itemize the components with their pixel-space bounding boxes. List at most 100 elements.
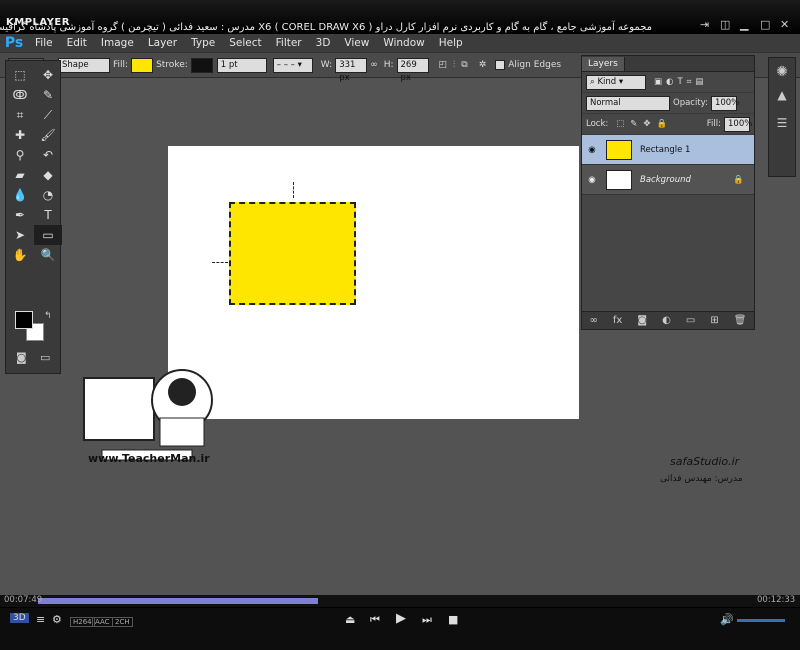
healing-brush-icon[interactable]: ✚ [6,125,34,145]
yellow-rectangle-shape[interactable] [229,202,356,305]
rectangle-tool-icon[interactable]: ▭ [34,225,62,245]
prev-icon[interactable]: ⏮ [370,613,380,627]
menu-filter[interactable]: Filter [269,37,309,49]
stroke-width-input[interactable]: 1 pt [216,57,267,73]
crop-tool-icon[interactable]: ⌗ [6,105,34,125]
color-panel-icon[interactable]: ✺ [769,64,795,80]
eraser-icon[interactable]: ▰ [6,165,34,185]
move-tool-icon[interactable]: ✥ [34,65,62,85]
fx-icon[interactable]: fx [613,315,622,326]
layer-row-rectangle[interactable]: ◉ Rectangle 1 [582,135,754,165]
screen-mode-icon[interactable]: ▭ [40,351,50,364]
menu-file[interactable]: File [28,37,60,49]
lock-icon: 🔒 [733,174,744,185]
teacher-credit: مدرس: مهندس فدائی [660,474,743,484]
eyedropper-icon[interactable]: ⟋ [34,105,62,125]
3d-button[interactable]: 3D [10,613,29,623]
path-align-icon[interactable]: ⫶ [453,60,455,70]
menu-window[interactable]: Window [376,37,431,49]
zoom-tool-icon[interactable]: 🔍 [34,245,62,265]
blend-mode-select[interactable]: Normal [586,95,670,111]
settings-icon[interactable]: ⚙ [52,613,62,626]
marquee-tool-icon[interactable]: ⬚ [6,65,34,85]
quick-select-icon[interactable]: ✎ [34,85,62,105]
seek-bar[interactable] [0,595,800,607]
play-icon[interactable]: ▶ [396,611,406,626]
fill-opacity-input[interactable]: 100% [724,116,752,132]
mask-icon[interactable]: ◙ [637,315,647,326]
pen-tool-icon[interactable]: ✒ [6,205,34,225]
menu-edit[interactable]: Edit [60,37,94,49]
opacity-input[interactable]: 100% [710,95,739,111]
lasso-tool-icon[interactable]: ↂ [6,85,34,105]
ps-logo-icon: Ps [4,35,24,51]
close-icon[interactable]: ✕ [780,18,789,31]
layers-tab[interactable]: Layers [582,57,625,71]
next-icon[interactable]: ⏭ [422,613,432,627]
clone-stamp-icon[interactable]: ⚲ [6,145,34,165]
fill-opacity-label: Fill: [706,119,721,129]
stroke-swatch[interactable] [190,57,213,73]
align-edges-checkbox[interactable] [495,60,506,70]
adjustments-icon[interactable]: ☰ [769,116,795,130]
layer-thumbnail [606,139,632,160]
volume-icon[interactable]: 🔊 [720,613,734,626]
height-input[interactable]: 269 px [396,57,429,83]
swap-colors-icon[interactable]: ↰ [44,311,52,321]
fill-swatch[interactable] [131,57,154,73]
group-icon[interactable]: ▭ [686,315,695,326]
dodge-tool-icon[interactable]: ◔ [34,185,62,205]
eye-icon[interactable]: ◉ [582,145,602,155]
menu-view[interactable]: View [337,37,376,49]
new-layer-icon[interactable]: ⊞ [710,315,718,326]
blur-tool-icon[interactable]: 💧 [6,185,34,205]
width-input[interactable]: 331 px [335,57,368,83]
document-canvas[interactable] [168,146,579,419]
layer-row-background[interactable]: ◉ Background 🔒 [582,165,754,195]
maximize-icon[interactable]: □ [760,18,770,31]
menu-type[interactable]: Type [184,37,222,49]
foreground-color[interactable] [15,311,33,329]
path-ops-icon[interactable]: ◰ [439,60,448,70]
kind-filter[interactable]: ⌕ Kind ▾ [586,74,646,90]
hand-tool-icon[interactable]: ✋ [6,245,34,265]
playlist-icon[interactable]: ≡ [36,613,45,626]
adjustment-layer-icon[interactable]: ◐ [662,315,671,326]
width-label: W: [320,60,333,70]
pin-icon[interactable]: ⇥ [700,18,709,31]
menu-layer[interactable]: Layer [141,37,184,49]
stop-icon[interactable]: ■ [448,613,458,626]
link-layers-icon[interactable]: ∞ [590,315,598,326]
menu-help[interactable]: Help [432,37,470,49]
histogram-icon[interactable]: ▲ [769,88,795,102]
stroke-label: Stroke: [156,60,188,70]
codec-badge-video: H264 [70,617,95,627]
link-icon[interactable]: ∞ [370,60,378,70]
compact-icon[interactable]: ◫ [720,18,730,31]
history-brush-icon[interactable]: ↶ [34,145,62,165]
fill-label: Fill: [113,60,129,70]
minimize-icon[interactable]: ▁ [740,18,748,31]
stroke-type-select[interactable]: – – – ▾ [272,57,313,73]
gear-icon[interactable]: ✲ [479,60,487,70]
brush-tool-icon[interactable]: 🖌 [34,125,62,145]
menu-3d[interactable]: 3D [309,37,338,49]
path-select-icon[interactable]: ➤ [6,225,34,245]
shape-mode-select[interactable]: Shape [58,57,110,73]
quick-mask-icon[interactable]: ◙ [16,351,27,364]
menu-select[interactable]: Select [222,37,268,49]
player-titlebar: KMPLAYER مجموعه آموزشی جامع ، گام به گام… [0,0,800,34]
path-arrange-icon[interactable]: ⧉ [461,60,467,70]
codec-badge-channels: 2CH [112,617,133,627]
trash-icon[interactable]: 🗑 [734,315,747,326]
eject-icon[interactable]: ⏏ [345,613,355,626]
paint-bucket-icon[interactable]: ◆ [34,165,62,185]
eye-icon[interactable]: ◉ [582,175,602,185]
volume-slider[interactable] [737,619,785,622]
filter-icons[interactable]: ▣◐T⌗▤ [654,77,707,87]
text-tool-icon[interactable]: T [34,205,62,225]
height-label: H: [383,60,394,70]
panel-dock-strip: ✺ ▲ ☰ [768,57,796,177]
menu-image[interactable]: Image [94,37,141,49]
lock-options-icons[interactable]: ⬚✎✥🔒 [616,119,673,129]
